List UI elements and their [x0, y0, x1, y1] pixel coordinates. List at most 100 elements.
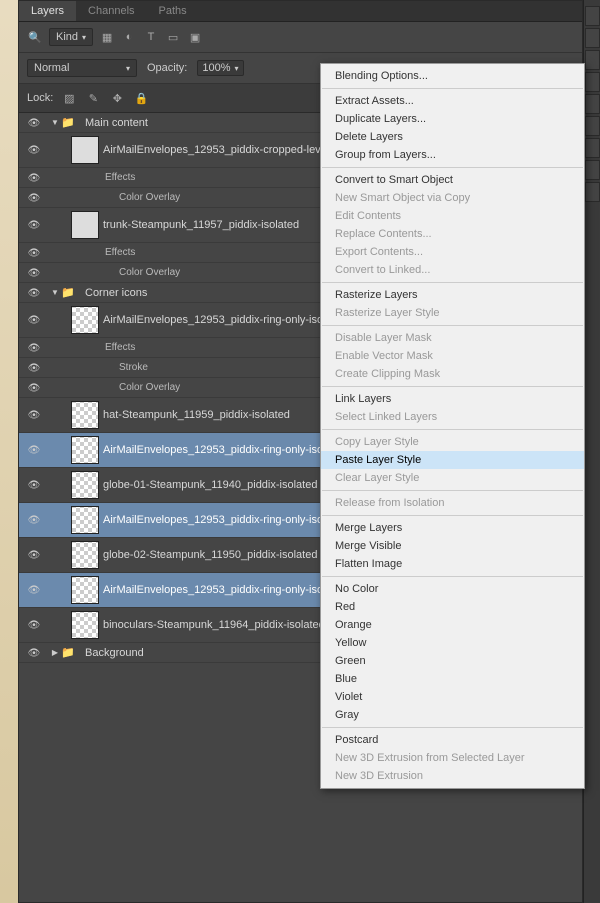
layer-thumbnail[interactable] [71, 211, 99, 239]
lock-brush-icon[interactable]: ✎ [85, 90, 101, 106]
layer-thumbnail[interactable] [71, 436, 99, 464]
menu-separator [322, 325, 583, 326]
lock-move-icon[interactable]: ✥ [109, 90, 125, 106]
layer-thumbnail[interactable] [71, 401, 99, 429]
visibility-toggle[interactable] [19, 584, 49, 596]
visibility-toggle[interactable] [19, 287, 49, 299]
menu-blue[interactable]: Blue [321, 670, 584, 688]
layer-thumbnail[interactable] [71, 576, 99, 604]
filter-smart-icon[interactable]: ▣ [187, 29, 203, 45]
menu-orange[interactable]: Orange [321, 616, 584, 634]
visibility-toggle[interactable] [19, 342, 49, 354]
visibility-toggle[interactable] [19, 219, 49, 231]
visibility-toggle[interactable] [19, 382, 49, 394]
menu-gray[interactable]: Gray [321, 706, 584, 724]
tool-button[interactable] [585, 182, 600, 202]
visibility-toggle[interactable] [19, 267, 49, 279]
filter-adjust-icon[interactable]: ◐ [121, 29, 137, 45]
tool-button[interactable] [585, 28, 600, 48]
visibility-toggle[interactable] [19, 549, 49, 561]
layer-thumbnail[interactable] [71, 541, 99, 569]
layer-thumbnail[interactable] [71, 506, 99, 534]
visibility-toggle[interactable] [19, 314, 49, 326]
menu-disable-mask: Disable Layer Mask [321, 329, 584, 347]
menu-yellow[interactable]: Yellow [321, 634, 584, 652]
tool-button[interactable] [585, 116, 600, 136]
lock-all-icon[interactable]: 🔒 [133, 90, 149, 106]
menu-blending-options[interactable]: Blending Options... [321, 67, 584, 85]
menu-convert-linked: Convert to Linked... [321, 261, 584, 279]
visibility-toggle[interactable] [19, 514, 49, 526]
visibility-toggle[interactable] [19, 192, 49, 204]
menu-merge-layers[interactable]: Merge Layers [321, 519, 584, 537]
search-icon: 🔍 [27, 29, 43, 45]
filter-shape-icon[interactable]: ▭ [165, 29, 181, 45]
menu-group-from-layers[interactable]: Group from Layers... [321, 146, 584, 164]
menu-delete-layers[interactable]: Delete Layers [321, 128, 584, 146]
menu-separator [322, 282, 583, 283]
visibility-toggle[interactable] [19, 247, 49, 259]
menu-separator [322, 515, 583, 516]
twisty-icon[interactable]: ▼ [49, 288, 61, 297]
filter-image-icon[interactable]: ▦ [99, 29, 115, 45]
folder-icon: 📁 [61, 116, 79, 130]
filter-type-icon[interactable]: T [143, 29, 159, 45]
visibility-toggle[interactable] [19, 144, 49, 156]
menu-separator [322, 429, 583, 430]
opacity-field[interactable]: 100%▾ [197, 60, 243, 76]
menu-new-smart-copy: New Smart Object via Copy [321, 189, 584, 207]
opacity-label: Opacity: [147, 62, 187, 74]
twisty-icon[interactable]: ▼ [49, 118, 61, 127]
menu-separator [322, 727, 583, 728]
layer-thumbnail[interactable] [71, 611, 99, 639]
menu-separator [322, 576, 583, 577]
tool-button[interactable] [585, 50, 600, 70]
visibility-toggle[interactable] [19, 362, 49, 374]
menu-green[interactable]: Green [321, 652, 584, 670]
menu-violet[interactable]: Violet [321, 688, 584, 706]
twisty-icon[interactable]: ▶ [49, 648, 61, 657]
menu-rasterize-layers[interactable]: Rasterize Layers [321, 286, 584, 304]
right-tool-strip [583, 0, 600, 903]
menu-paste-style[interactable]: Paste Layer Style [321, 451, 584, 469]
layer-thumbnail[interactable] [71, 136, 99, 164]
tool-button[interactable] [585, 72, 600, 92]
lock-transparency-icon[interactable]: ▨ [61, 90, 77, 106]
menu-rasterize-style: Rasterize Layer Style [321, 304, 584, 322]
folder-icon: 📁 [61, 286, 79, 300]
layer-thumbnail[interactable] [71, 306, 99, 334]
menu-merge-visible[interactable]: Merge Visible [321, 537, 584, 555]
menu-duplicate-layers[interactable]: Duplicate Layers... [321, 110, 584, 128]
visibility-toggle[interactable] [19, 409, 49, 421]
blend-mode-dropdown[interactable]: Normal▾ [27, 59, 137, 77]
visibility-toggle[interactable] [19, 647, 49, 659]
menu-separator [322, 386, 583, 387]
menu-link-layers[interactable]: Link Layers [321, 390, 584, 408]
visibility-toggle[interactable] [19, 117, 49, 129]
menu-red[interactable]: Red [321, 598, 584, 616]
visibility-toggle[interactable] [19, 619, 49, 631]
menu-postcard[interactable]: Postcard [321, 731, 584, 749]
menu-create-clipping: Create Clipping Mask [321, 365, 584, 383]
menu-separator [322, 88, 583, 89]
menu-extract-assets[interactable]: Extract Assets... [321, 92, 584, 110]
tool-button[interactable] [585, 138, 600, 158]
visibility-toggle[interactable] [19, 444, 49, 456]
tab-paths[interactable]: Paths [147, 1, 199, 21]
panel-tabs: Layers Channels Paths [19, 1, 582, 22]
filter-toolbar: 🔍 Kind▾ ▦ ◐ T ▭ ▣ [19, 22, 582, 53]
tab-channels[interactable]: Channels [76, 1, 146, 21]
tool-button[interactable] [585, 160, 600, 180]
filter-kind-dropdown[interactable]: Kind▾ [49, 28, 93, 46]
menu-export-contents: Export Contents... [321, 243, 584, 261]
visibility-toggle[interactable] [19, 479, 49, 491]
layer-thumbnail[interactable] [71, 471, 99, 499]
menu-no-color[interactable]: No Color [321, 580, 584, 598]
menu-convert-smart[interactable]: Convert to Smart Object [321, 171, 584, 189]
tool-button[interactable] [585, 6, 600, 26]
canvas-background [0, 0, 18, 903]
tab-layers[interactable]: Layers [19, 1, 76, 21]
menu-flatten-image[interactable]: Flatten Image [321, 555, 584, 573]
tool-button[interactable] [585, 94, 600, 114]
visibility-toggle[interactable] [19, 172, 49, 184]
